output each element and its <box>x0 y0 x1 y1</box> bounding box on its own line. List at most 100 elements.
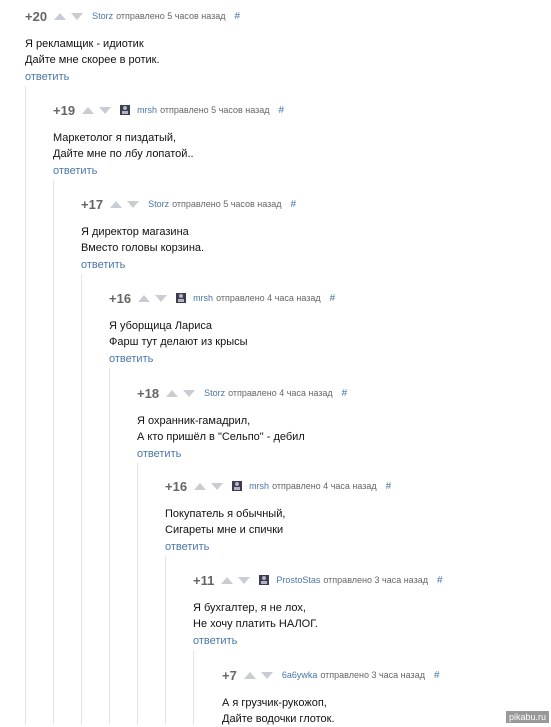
permalink[interactable]: # <box>386 481 392 492</box>
downvote-icon[interactable] <box>238 576 251 584</box>
upvote-icon[interactable] <box>110 200 123 208</box>
comment-rating: +11 <box>193 572 215 588</box>
comment: +11 ProstoStas отправлено 3 часа назад # Я б… <box>193 572 443 648</box>
avatar[interactable] <box>232 481 243 491</box>
vote-controls <box>221 576 251 584</box>
comment-text-line: Маркетолог я пиздатый, <box>53 132 177 144</box>
comment: +7 6a6ywka отправлено 3 часа назад # А я гру… <box>222 667 440 727</box>
vote-controls <box>82 106 112 114</box>
upvote-icon[interactable] <box>138 294 151 302</box>
comment-timestamp: отправлено 5 часов назад <box>116 11 226 21</box>
comment-rating: +16 <box>165 478 188 494</box>
upvote-icon[interactable] <box>221 576 234 584</box>
avatar[interactable] <box>120 105 131 115</box>
permalink[interactable]: # <box>330 293 336 304</box>
upvote-icon[interactable] <box>82 106 95 114</box>
comment-text-line: Дайте мне скорее в ротик. <box>25 54 160 66</box>
comment-text-line: Фарш тут делают из крысы <box>109 336 248 348</box>
permalink[interactable]: # <box>291 199 297 210</box>
reply-link[interactable]: ответить <box>53 165 284 177</box>
comment-text-line: Я уборщица Лариса <box>109 320 213 332</box>
comment-text-line: Сигареты мне и спички <box>165 524 284 536</box>
comment-rating: +18 <box>137 385 160 401</box>
reply-link[interactable]: ответить <box>109 353 335 365</box>
permalink[interactable]: # <box>342 388 348 399</box>
upvote-icon[interactable] <box>54 12 67 20</box>
watermark: pikabu.ru <box>505 711 549 723</box>
vote-controls <box>166 389 196 397</box>
reply-link[interactable]: ответить <box>193 635 443 647</box>
comment-timestamp: отправлено 3 часа назад <box>323 575 428 585</box>
avatar[interactable] <box>176 293 187 303</box>
comment-body: Я рекламщик - идиотик Дайте мне скорее в … <box>25 36 240 68</box>
comment-header: +7 6a6ywka отправлено 3 часа назад # <box>222 667 440 683</box>
thread-line <box>53 180 54 725</box>
permalink[interactable]: # <box>437 575 443 586</box>
vote-controls <box>243 671 273 679</box>
author-link[interactable]: mrsh <box>193 293 213 303</box>
comment: +19 mrsh отправлено 5 часов назад # Маркетол… <box>53 102 284 178</box>
comment-thread: +20 Storz отправлено 5 часов назад # Я рекла… <box>0 0 551 725</box>
author-link[interactable]: Storz <box>148 199 169 209</box>
comment-header: +19 mrsh отправлено 5 часов назад # <box>53 102 284 118</box>
author-link[interactable]: Storz <box>204 388 225 398</box>
comment-body: Я охранник-гамадрил, А кто пришёл в "Сель… <box>137 413 347 445</box>
author-link[interactable]: mrsh <box>137 105 157 115</box>
comment-body: Маркетолог я пиздатый, Дайте мне по лбу л… <box>53 130 284 162</box>
downvote-icon[interactable] <box>155 294 168 302</box>
thread-line <box>137 463 138 725</box>
thread-line <box>81 274 82 725</box>
upvote-icon[interactable] <box>166 389 179 397</box>
vote-controls <box>138 294 168 302</box>
comment-header: +18 Storz отправлено 4 часа назад # <box>137 385 347 401</box>
reply-link[interactable]: ответить <box>81 259 296 271</box>
comment-body: А я грузчик-рукожоп, Дайте водочки глоток… <box>222 695 440 727</box>
reply-link[interactable]: ответить <box>25 71 240 83</box>
comment-text-line: Не хочу платить НАЛОГ. <box>193 618 318 630</box>
comment: +16 mrsh отправлено 4 часа назад # Я уборщиц… <box>109 290 335 366</box>
thread-line <box>165 556 166 725</box>
comment-body: Я уборщица Лариса Фарш тут делают из крыс… <box>109 318 335 350</box>
comment: +18 Storz отправлено 4 часа назад # Я охранн… <box>137 385 347 461</box>
comment-text-line: А кто пришёл в "Сельпо" - дебил <box>137 431 305 443</box>
avatar[interactable] <box>259 575 270 585</box>
downvote-icon[interactable] <box>71 12 84 20</box>
thread-line <box>25 86 26 725</box>
reply-link[interactable]: ответить <box>165 541 391 553</box>
comment-text-line: Я охранник-гамадрил, <box>137 415 251 427</box>
author-link[interactable]: 6a6ywka <box>282 670 318 680</box>
comment-text-line: А я грузчик-рукожоп, <box>222 697 327 709</box>
downvote-icon[interactable] <box>127 200 140 208</box>
permalink[interactable]: # <box>235 11 241 22</box>
upvote-icon[interactable] <box>194 482 207 490</box>
comment-text-line: Вместо головы корзина. <box>81 242 205 254</box>
comment-timestamp: отправлено 4 часа назад <box>216 293 321 303</box>
comment-text-line: Я бухгалтер, я не лох, <box>193 602 306 614</box>
downvote-icon[interactable] <box>211 482 224 490</box>
permalink[interactable]: # <box>279 105 285 116</box>
upvote-icon[interactable] <box>243 671 256 679</box>
comment-rating: +7 <box>222 667 237 683</box>
comment-header: +16 mrsh отправлено 4 часа назад # <box>109 290 335 306</box>
vote-controls <box>110 200 140 208</box>
comment: +16 mrsh отправлено 4 часа назад # Покупател… <box>165 478 391 554</box>
comment-timestamp: отправлено 5 часов назад <box>160 105 270 115</box>
comment-text-line: Я рекламщик - идиотик <box>25 38 144 50</box>
downvote-icon[interactable] <box>99 106 112 114</box>
permalink[interactable]: # <box>434 670 440 681</box>
thread-line <box>109 368 110 725</box>
downvote-icon[interactable] <box>260 671 273 679</box>
comment-rating: +19 <box>53 102 76 118</box>
author-link[interactable]: mrsh <box>249 481 269 491</box>
comment-rating: +16 <box>109 290 132 306</box>
comment: +17 Storz отправлено 5 часов назад # Я дирек… <box>81 196 297 272</box>
comment-header: +16 mrsh отправлено 4 часа назад # <box>165 478 391 494</box>
author-link[interactable]: Storz <box>92 11 113 21</box>
comment-text-line: Покупатель я обычный, <box>165 508 286 520</box>
author-link[interactable]: ProstoStas <box>276 575 320 585</box>
reply-link[interactable]: ответить <box>137 448 347 460</box>
comment-body: Я директор магазина Вместо головы корзина… <box>81 224 296 256</box>
downvote-icon[interactable] <box>183 389 196 397</box>
comment-timestamp: отправлено 4 часа назад <box>228 388 333 398</box>
comment-timestamp: отправлено 3 часа назад <box>320 670 425 680</box>
